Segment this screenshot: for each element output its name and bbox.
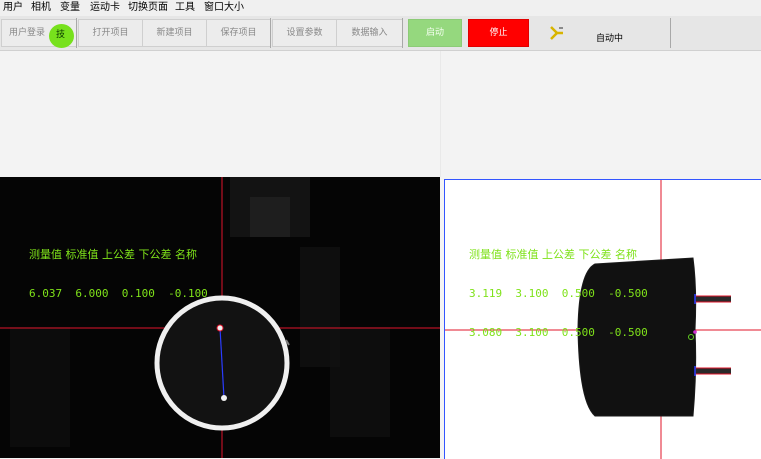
right-camera-view[interactable]: 测量值 标准值 上公差 下公差 名称 3.119 3.100 0.500 -0.…	[444, 179, 761, 459]
right-measure-table: 测量值 标准值 上公差 下公差 名称 3.119 3.100 0.500 -0.…	[469, 222, 648, 365]
menu-switch-page[interactable]: 切换页面	[128, 2, 168, 14]
panel-divider	[440, 51, 441, 177]
data-input-button[interactable]: 数据输入	[336, 19, 403, 47]
save-project-button[interactable]: 保存项目	[206, 19, 271, 47]
menu-user[interactable]: 用户	[3, 2, 23, 14]
left-camera-view[interactable]: 测量值 标准值 上公差 下公差 名称 6.037 6.000 0.100 -0.…	[0, 177, 440, 458]
menu-motion-card[interactable]: 运动卡	[90, 2, 120, 14]
toolbar-separator	[670, 18, 671, 48]
menu-camera[interactable]: 相机	[31, 2, 51, 14]
menu-bar: 用户 相机 变量 运动卡 切换页面 工具 窗口大小	[0, 0, 761, 16]
settings-button[interactable]: 设置参数	[272, 19, 337, 47]
toolbar-separator	[402, 18, 403, 48]
auto-mode-icon	[550, 26, 563, 40]
right-measure-header: 测量值 标准值 上公差 下公差 名称	[469, 248, 637, 261]
menu-tools[interactable]: 工具	[175, 2, 195, 14]
right-measure-row: 3.119 3.100 0.500 -0.500	[469, 287, 648, 300]
run-status: 自动中	[596, 34, 624, 44]
stop-button[interactable]: 停止	[468, 19, 529, 47]
left-measure-table: 测量值 标准值 上公差 下公差 名称 6.037 6.000 0.100 -0.…	[29, 222, 208, 326]
left-measure-header: 测量值 标准值 上公差 下公差 名称	[29, 248, 197, 261]
toolbar: 用户登录 技 打开项目 新建项目 保存项目 设置参数 数据输入 启动 停止 自动…	[0, 16, 761, 51]
toolbar-separator	[76, 18, 77, 48]
left-measure-row: 6.037 6.000 0.100 -0.100	[29, 287, 208, 300]
right-measure-row: 3.080 3.100 0.500 -0.500	[469, 326, 648, 339]
start-button[interactable]: 启动	[408, 19, 462, 47]
new-project-button[interactable]: 新建项目	[142, 19, 207, 47]
open-project-button[interactable]: 打开项目	[78, 19, 143, 47]
menu-window-size[interactable]: 窗口大小	[204, 2, 244, 14]
toolbar-separator	[270, 18, 271, 48]
menu-variables[interactable]: 变量	[60, 2, 80, 14]
empty-panel	[0, 51, 761, 177]
tech-badge[interactable]: 技	[49, 24, 74, 48]
